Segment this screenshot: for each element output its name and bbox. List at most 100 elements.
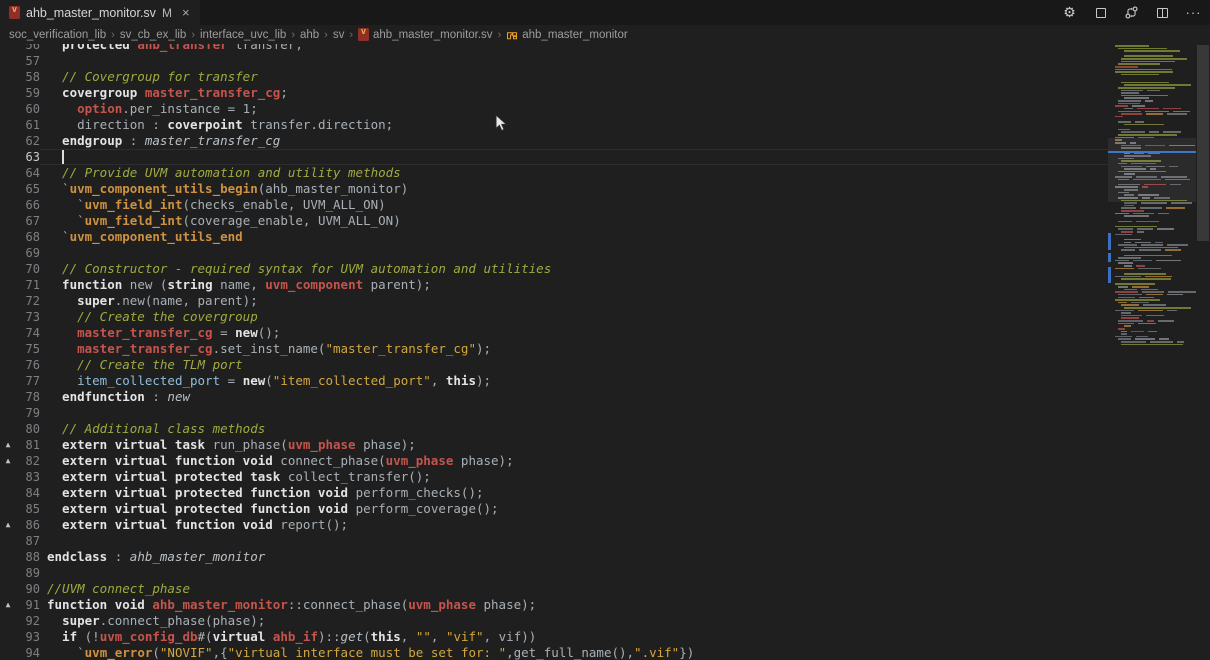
- code-line[interactable]: 58 // Covergroup for transfer: [0, 69, 1108, 85]
- code-line[interactable]: 72 super.new(name, parent);: [0, 293, 1108, 309]
- code-line[interactable]: 66 `uvm_field_int(checks_enable, UVM_ALL…: [0, 197, 1108, 213]
- line-number: 77: [16, 373, 40, 389]
- code-line[interactable]: 67 `uvm_field_int(coverage_enable, UVM_A…: [0, 213, 1108, 229]
- minimap[interactable]: [1108, 25, 1196, 660]
- class-symbol-icon: [506, 29, 518, 41]
- code-line-text: `uvm_error("NOVIF",{"virtual interface m…: [40, 645, 1108, 660]
- line-number: 64: [16, 165, 40, 181]
- code-line[interactable]: ▲91function void ahb_master_monitor::con…: [0, 597, 1108, 613]
- gutter-spacer: [0, 149, 16, 165]
- code-line[interactable]: 79: [0, 405, 1108, 421]
- line-number: 70: [16, 261, 40, 277]
- line-number: 91: [16, 597, 40, 613]
- code-line[interactable]: 76 // Create the TLM port: [0, 357, 1108, 373]
- gutter-spacer: [0, 373, 16, 389]
- code-line[interactable]: 68 `uvm_component_utils_end: [0, 229, 1108, 245]
- line-number: 65: [16, 181, 40, 197]
- code-line[interactable]: 70 // Constructor - required syntax for …: [0, 261, 1108, 277]
- breadcrumb-separator: ›: [498, 29, 502, 41]
- code-line[interactable]: 83 extern virtual protected task collect…: [0, 469, 1108, 485]
- code-line[interactable]: 63: [0, 149, 1108, 165]
- code-line[interactable]: 59 covergroup master_transfer_cg;: [0, 85, 1108, 101]
- vscode-window: ahb_master_monitor.sv M × ⚙ ··· soc_veri: [0, 0, 1210, 660]
- code-line-text: endclass : ahb_master_monitor: [40, 549, 1108, 565]
- code-line[interactable]: 73 // Create the covergroup: [0, 309, 1108, 325]
- square-icon[interactable]: [1092, 4, 1109, 21]
- code-line[interactable]: 61 direction : coverpoint transfer.direc…: [0, 117, 1108, 133]
- breadcrumb-item-sv[interactable]: sv: [333, 29, 345, 41]
- code-line[interactable]: 88endclass : ahb_master_monitor: [0, 549, 1108, 565]
- code-line[interactable]: 65 `uvm_component_utils_begin(ahb_master…: [0, 181, 1108, 197]
- code-line[interactable]: 84 extern virtual protected function voi…: [0, 485, 1108, 501]
- tab-title: ahb_master_monitor.sv: [26, 6, 156, 20]
- code-line[interactable]: 60 option.per_instance = 1;: [0, 101, 1108, 117]
- code-line[interactable]: ▲82 extern virtual function void connect…: [0, 453, 1108, 469]
- code-line[interactable]: 87: [0, 533, 1108, 549]
- code-line[interactable]: 75 master_transfer_cg.set_inst_name("mas…: [0, 341, 1108, 357]
- breadcrumb-item-soc-verification-lib[interactable]: soc_verification_lib: [9, 29, 106, 41]
- code-line-text: extern virtual protected function void p…: [40, 501, 1108, 517]
- code-line[interactable]: 71 function new (string name, uvm_compon…: [0, 277, 1108, 293]
- code-line[interactable]: 77 item_collected_port = new("item_colle…: [0, 373, 1108, 389]
- close-icon[interactable]: ×: [182, 5, 190, 20]
- line-number: 61: [16, 117, 40, 133]
- code-line[interactable]: 64 // Provide UVM automation and utility…: [0, 165, 1108, 181]
- breadcrumb-label: ahb: [300, 29, 319, 41]
- code-editor[interactable]: 56 protected ahb_transfer transfer;5758 …: [0, 37, 1108, 660]
- split-editor-icon[interactable]: [1154, 4, 1171, 21]
- breadcrumb-item-sv-cb-ex-lib[interactable]: sv_cb_ex_lib: [120, 29, 186, 41]
- code-line[interactable]: 90//UVM connect_phase: [0, 581, 1108, 597]
- code-line[interactable]: 74 master_transfer_cg = new();: [0, 325, 1108, 341]
- gutter-spacer: [0, 277, 16, 293]
- code-line[interactable]: 78 endfunction : new: [0, 389, 1108, 405]
- code-line[interactable]: ▲86 extern virtual function void report(…: [0, 517, 1108, 533]
- tab-ahb-master-monitor[interactable]: ahb_master_monitor.sv M ×: [0, 0, 200, 25]
- code-line[interactable]: 57: [0, 53, 1108, 69]
- code-line[interactable]: 80 // Additional class methods: [0, 421, 1108, 437]
- code-line[interactable]: 94 `uvm_error("NOVIF",{"virtual interfac…: [0, 645, 1108, 660]
- line-number: 80: [16, 421, 40, 437]
- code-line-text: endgroup : master_transfer_cg: [40, 133, 1108, 149]
- code-line[interactable]: 85 extern virtual protected function voi…: [0, 501, 1108, 517]
- gear-icon[interactable]: ⚙: [1061, 4, 1078, 21]
- code-line[interactable]: 92 super.connect_phase(phase);: [0, 613, 1108, 629]
- vertical-scrollbar[interactable]: [1196, 25, 1210, 660]
- line-number: 73: [16, 309, 40, 325]
- gutter-spacer: [0, 581, 16, 597]
- code-line[interactable]: ▲81 extern virtual task run_phase(uvm_ph…: [0, 437, 1108, 453]
- minimap-viewport-slider[interactable]: [1108, 138, 1196, 202]
- code-line[interactable]: 93 if (!uvm_config_db#(virtual ahb_if)::…: [0, 629, 1108, 645]
- breadcrumb-label: ahb_master_monitor: [522, 29, 627, 41]
- more-actions-icon[interactable]: ···: [1185, 4, 1202, 21]
- code-line-text: extern virtual function void connect_pha…: [40, 453, 1108, 469]
- breadcrumb-label: sv: [333, 29, 345, 41]
- editor-actions: ⚙ ···: [1061, 0, 1202, 25]
- code-line-text: super.new(name, parent);: [40, 293, 1108, 309]
- gutter-spacer: [0, 213, 16, 229]
- compare-changes-icon[interactable]: [1123, 4, 1140, 21]
- gutter-spacer: [0, 485, 16, 501]
- code-line[interactable]: 62 endgroup : master_transfer_cg: [0, 133, 1108, 149]
- code-line-text: endfunction : new: [40, 389, 1108, 405]
- sv-file-icon: [358, 28, 369, 41]
- scrollbar-thumb[interactable]: [1197, 45, 1209, 241]
- code-line-text: function new (string name, uvm_component…: [40, 277, 1108, 293]
- gutter-spacer: [0, 53, 16, 69]
- breadcrumb-item-interface-uvc-lib[interactable]: interface_uvc_lib: [200, 29, 286, 41]
- text-cursor: [62, 150, 64, 164]
- line-number: 67: [16, 213, 40, 229]
- sv-file-icon: [9, 6, 20, 19]
- mouse-pointer: [495, 114, 509, 133]
- breadcrumb-label: sv_cb_ex_lib: [120, 29, 186, 41]
- gutter-spacer: [0, 501, 16, 517]
- breadcrumb-item-ahb[interactable]: ahb: [300, 29, 319, 41]
- gutter-spacer: [0, 549, 16, 565]
- breadcrumb-item-ahb-master-monitor-sv[interactable]: ahb_master_monitor.sv: [358, 28, 493, 41]
- code-line-text: `uvm_component_utils_end: [40, 229, 1108, 245]
- breadcrumb-label: soc_verification_lib: [9, 29, 106, 41]
- breadcrumb-item-ahb-master-monitor[interactable]: ahb_master_monitor: [506, 29, 627, 41]
- code-line[interactable]: 69: [0, 245, 1108, 261]
- breadcrumb-separator: ›: [111, 29, 115, 41]
- code-line[interactable]: 89: [0, 565, 1108, 581]
- line-number: 82: [16, 453, 40, 469]
